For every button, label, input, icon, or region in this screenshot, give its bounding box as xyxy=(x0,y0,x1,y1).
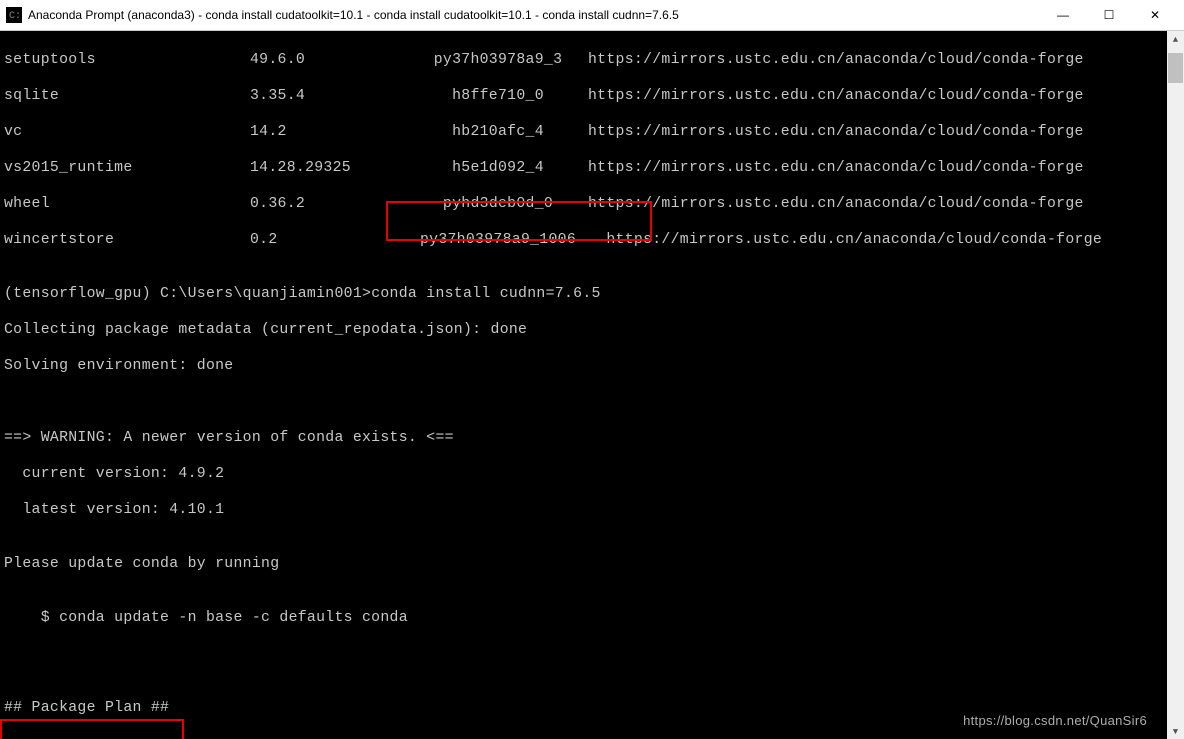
scroll-thumb[interactable] xyxy=(1168,53,1183,83)
terminal-output[interactable]: setuptools49.6.0py37h03978a9_3https://mi… xyxy=(0,31,1167,739)
window-titlebar: C:\ Anaconda Prompt (anaconda3) - conda … xyxy=(0,0,1184,31)
pkg-row: vc14.2hb210afc_4https://mirrors.ustc.edu… xyxy=(4,123,1163,141)
close-button[interactable]: ✕ xyxy=(1132,0,1178,30)
term-line: Solving environment: done xyxy=(4,357,1163,375)
pkg-row: wincertstore0.2py37h03978a9_1006 https:/… xyxy=(4,231,1163,249)
minimize-button[interactable]: — xyxy=(1040,0,1086,30)
watermark-text: https://blog.csdn.net/QuanSir6 xyxy=(963,712,1147,730)
term-prompt-line: (tensorflow_gpu) C:\Users\quanjiamin001>… xyxy=(4,285,1163,303)
app-icon: C:\ xyxy=(6,7,22,23)
prompt-command: conda install cudnn=7.6.5 xyxy=(371,286,601,302)
pkg-row: vs2015_runtime14.28.29325h5e1d092_4https… xyxy=(4,159,1163,177)
window-title: Anaconda Prompt (anaconda3) - conda inst… xyxy=(28,8,1040,22)
term-line: $ conda update -n base -c defaults conda xyxy=(4,609,1163,627)
svg-text:C:\: C:\ xyxy=(9,10,22,22)
pkg-row: wheel0.36.2pyhd3deb0d_0https://mirrors.u… xyxy=(4,195,1163,213)
pkg-row: sqlite3.35.4h8ffe710_0https://mirrors.us… xyxy=(4,87,1163,105)
term-line: Collecting package metadata (current_rep… xyxy=(4,321,1163,339)
prompt-prefix: (tensorflow_gpu) C:\Users\quanjiamin001> xyxy=(4,286,371,302)
pkg-row: setuptools49.6.0py37h03978a9_3https://mi… xyxy=(4,51,1163,69)
scroll-up-arrow[interactable]: ▲ xyxy=(1167,31,1184,48)
term-line: latest version: 4.10.1 xyxy=(4,501,1163,519)
term-line: ==> WARNING: A newer version of conda ex… xyxy=(4,429,1163,447)
highlight-box-proceed xyxy=(0,719,184,739)
vertical-scrollbar[interactable]: ▲ ▼ xyxy=(1167,31,1184,739)
term-line: Please update conda by running xyxy=(4,555,1163,573)
term-line: current version: 4.9.2 xyxy=(4,465,1163,483)
scroll-down-arrow[interactable]: ▼ xyxy=(1167,723,1184,739)
maximize-button[interactable]: ☐ xyxy=(1086,0,1132,30)
